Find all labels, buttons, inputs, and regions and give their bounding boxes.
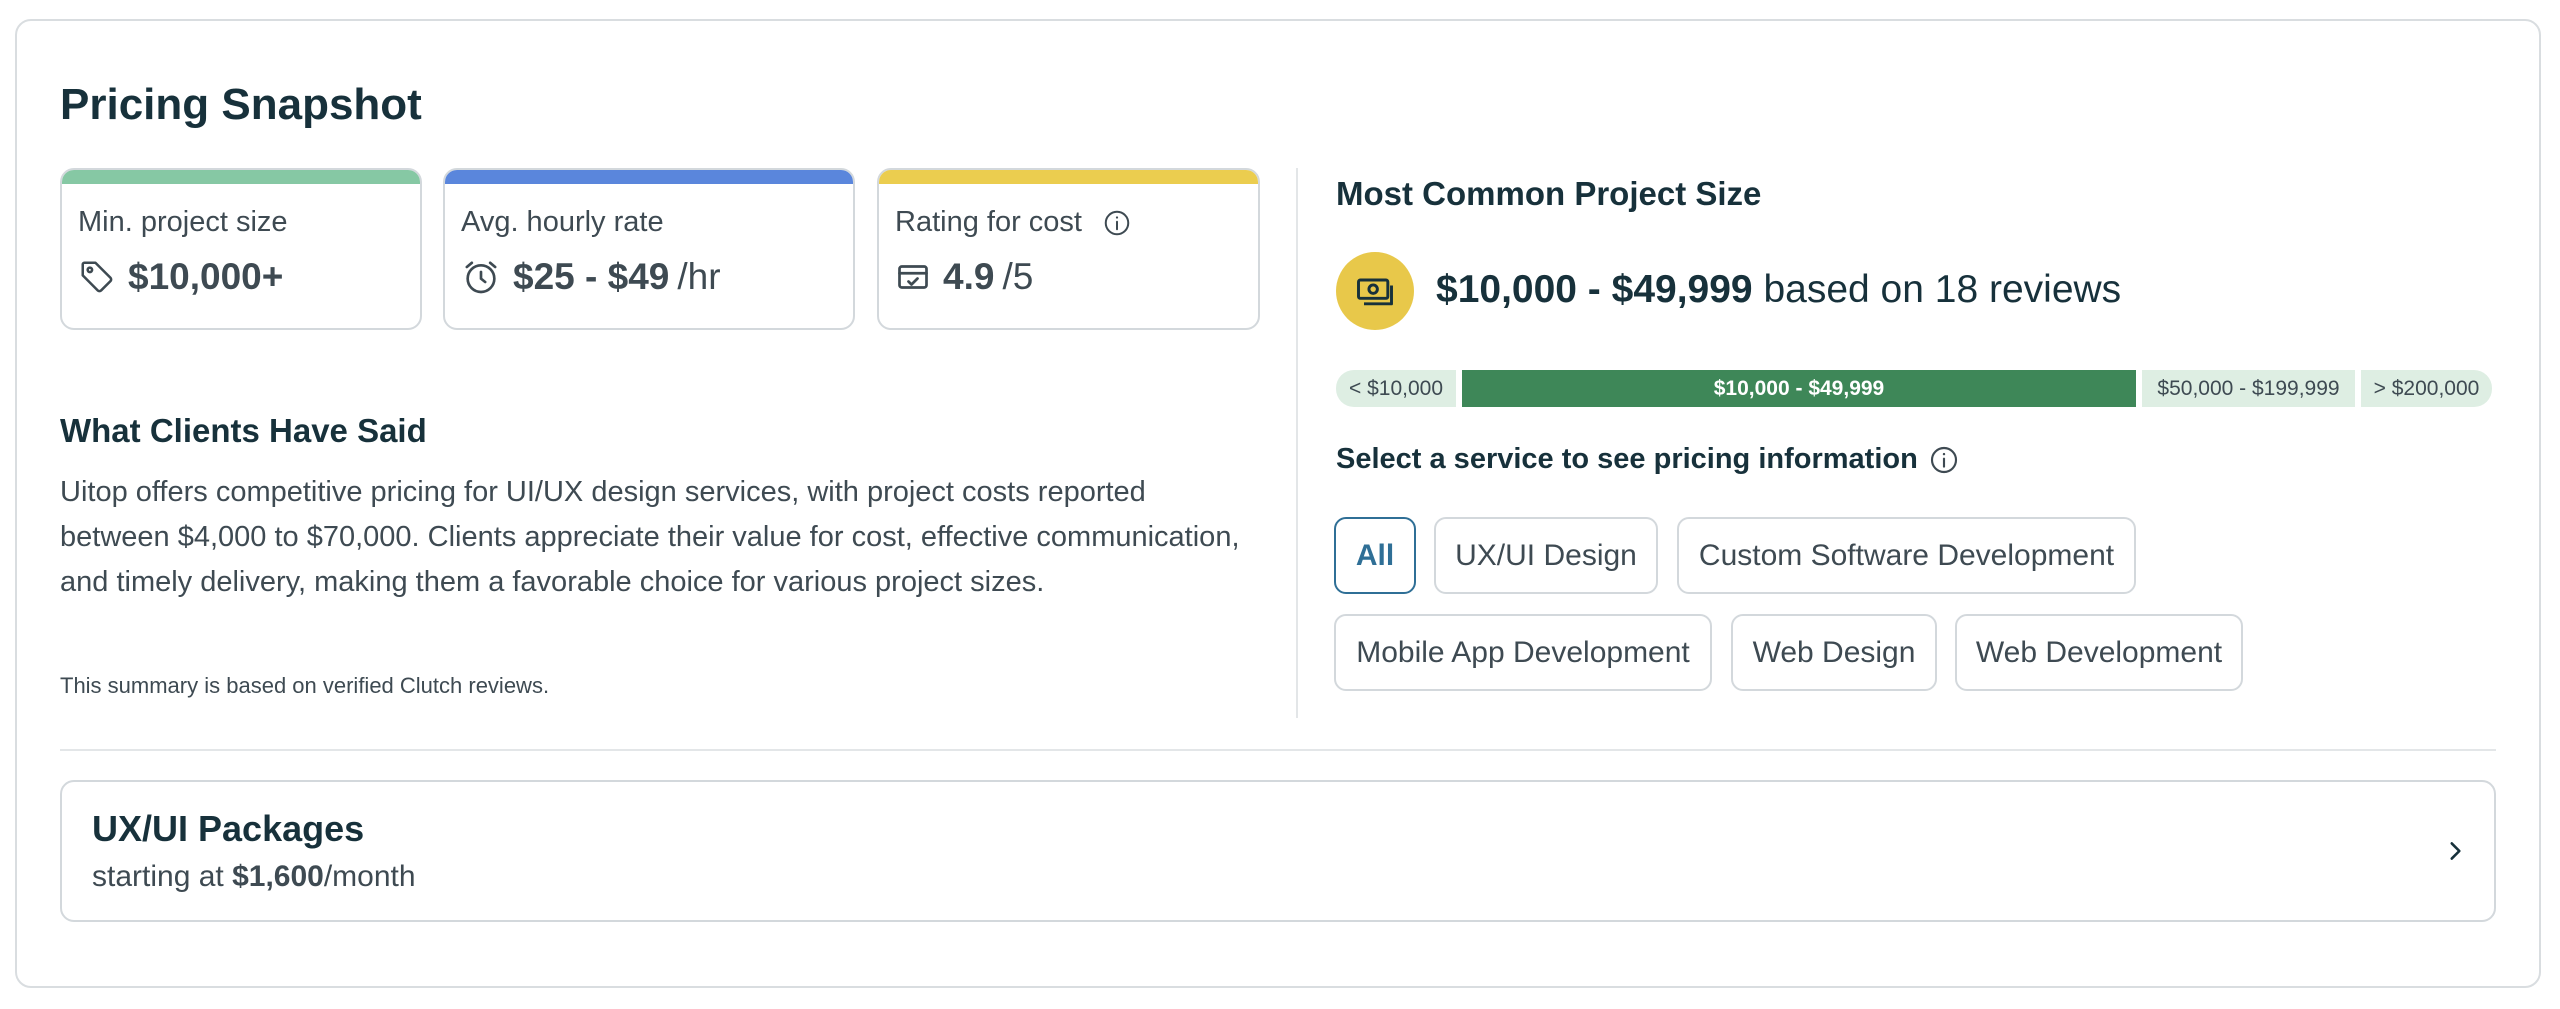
- project-size-range-bar: < $10,000 $10,000 - $49,999 $50,000 - $1…: [1336, 370, 2492, 407]
- stat-value: 4.9: [943, 256, 995, 297]
- wallet-check-icon: [898, 265, 928, 289]
- section-divider: [60, 749, 2496, 751]
- packages-title: UX/UI Packages: [92, 808, 365, 849]
- service-chip-web-design[interactable]: Web Design: [1731, 614, 1937, 691]
- range-segment-active: $10,000 - $49,999: [1462, 370, 2136, 407]
- stat-unit: /hr: [677, 256, 721, 297]
- stat-value: $25 - $49: [513, 256, 670, 297]
- info-icon[interactable]: [1928, 444, 1960, 476]
- common-size-reviews: based on 18 reviews: [1763, 268, 2122, 311]
- stat-rating-for-cost: Rating for cost 4.9 /5: [877, 168, 1260, 330]
- page-title: Pricing Snapshot: [60, 80, 422, 129]
- stat-hourly-rate: Avg. hourly rate $25 - $49 /hr: [443, 168, 855, 330]
- column-divider: [1296, 168, 1298, 718]
- stat-label: Rating for cost: [895, 206, 1082, 238]
- ux-ui-packages-link[interactable]: UX/UI Packages starting at $1,600/month: [60, 780, 2496, 922]
- accent-bar: [62, 170, 420, 184]
- range-segment: $50,000 - $199,999: [2142, 370, 2355, 407]
- service-select-label: Select a service to see pricing informat…: [1336, 443, 1960, 476]
- stat-min-project-size: Min. project size $10,000+: [60, 168, 422, 330]
- common-size-heading: Most Common Project Size: [1336, 175, 1762, 212]
- alarm-clock-icon: [465, 261, 497, 294]
- stat-label: Avg. hourly rate: [461, 206, 664, 238]
- price-tag-icon: [81, 261, 113, 293]
- packages-price: $1,600: [232, 860, 324, 893]
- service-chip-web-development[interactable]: Web Development: [1955, 614, 2243, 691]
- chevron-right-icon: [2450, 842, 2461, 860]
- service-chip-mobile-app-development[interactable]: Mobile App Development: [1334, 614, 1712, 691]
- summary-footnote: This summary is based on verified Clutch…: [60, 673, 550, 698]
- stat-value: $10,000+: [128, 256, 284, 297]
- accent-bar: [445, 170, 853, 184]
- service-chip-ux-ui-design[interactable]: UX/UI Design: [1434, 517, 1658, 594]
- range-segment: < $10,000: [1336, 370, 1456, 407]
- common-size-line: $10,000 - $49,999 based on 18 reviews: [1436, 268, 2121, 312]
- service-chip-custom-software-development[interactable]: Custom Software Development: [1677, 517, 2136, 594]
- money-icon-badge: [1336, 252, 1414, 330]
- clients-heading: What Clients Have Said: [60, 412, 427, 449]
- packages-price-line: starting at $1,600/month: [92, 860, 416, 893]
- accent-bar: [879, 170, 1258, 184]
- range-segment: > $200,000: [2361, 370, 2492, 407]
- service-chip-all[interactable]: All: [1334, 517, 1416, 594]
- stat-label: Min. project size: [78, 206, 288, 238]
- money-icon: [1357, 278, 1393, 306]
- clients-summary: Uitop offers competitive pricing for UI/…: [60, 476, 1240, 598]
- stat-unit: /5: [1002, 256, 1034, 297]
- common-size-range: $10,000 - $49,999: [1436, 268, 1753, 311]
- info-icon[interactable]: [1102, 208, 1132, 238]
